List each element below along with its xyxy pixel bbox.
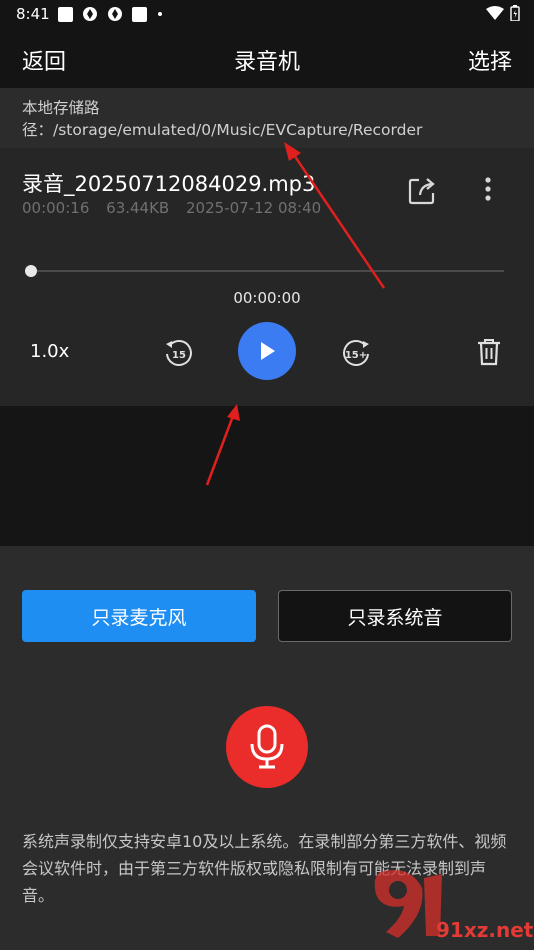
more-options-icon[interactable] (478, 176, 498, 204)
battery-icon (510, 5, 520, 21)
select-button[interactable]: 选择 (468, 44, 512, 76)
status-time: 8:41 (16, 5, 50, 23)
recording-date: 2025-07-12 08:40 (186, 199, 322, 217)
page-title: 录音机 (233, 50, 300, 75)
watermark-text: 91xz.net (436, 918, 534, 942)
playback-progress-thumb[interactable] (25, 265, 37, 277)
forward-15-icon[interactable]: 15+ (342, 338, 372, 368)
mic-only-button[interactable]: 只录麦克风 (22, 590, 256, 642)
microphone-icon (250, 724, 284, 769)
recording-list-empty-area (0, 406, 534, 546)
recording-file-name: 录音_20250712084029.mp3 (22, 172, 316, 196)
system-status-icons (486, 5, 520, 21)
system-audio-only-button[interactable]: 只录系统音 (278, 590, 512, 642)
playback-speed-button[interactable]: 1.0x (30, 341, 69, 362)
current-playback-time: 00:00:00 (233, 289, 301, 307)
wifi-icon (486, 6, 504, 20)
status-bar: 8:41 (0, 0, 534, 28)
aperture-icon (108, 7, 122, 21)
record-button[interactable] (226, 706, 308, 788)
recording-meta: 00:00:16 63.44KB 2025-07-12 08:40 (22, 199, 333, 217)
rewind-15-icon[interactable]: 15 (163, 338, 193, 368)
playback-progress-track[interactable] (31, 270, 504, 272)
recording-item[interactable]: 录音_20250712084029.mp3 00:00:16 63.44KB 2… (0, 148, 534, 406)
aperture-icon (83, 7, 97, 21)
recording-duration: 00:00:16 (22, 199, 90, 217)
play-icon (261, 342, 275, 360)
share-icon[interactable] (408, 175, 436, 205)
storage-path-bar: 本地存储路径：/storage/emulated/0/Music/EVCaptu… (0, 88, 534, 148)
forward-15-label: 15+ (345, 350, 367, 361)
app-bar: 返回 录音机 选择 (0, 28, 534, 88)
notification-square-icon (132, 6, 147, 22)
storage-path-text: 本地存储路径：/storage/emulated/0/Music/EVCaptu… (22, 99, 423, 139)
play-button[interactable] (238, 322, 296, 380)
notification-icons (58, 6, 162, 22)
trash-icon[interactable] (476, 337, 502, 367)
notification-square-icon (58, 6, 73, 22)
recording-size: 63.44KB (106, 199, 170, 217)
more-notifications-icon (158, 12, 162, 16)
rewind-15-label: 15 (172, 350, 186, 361)
